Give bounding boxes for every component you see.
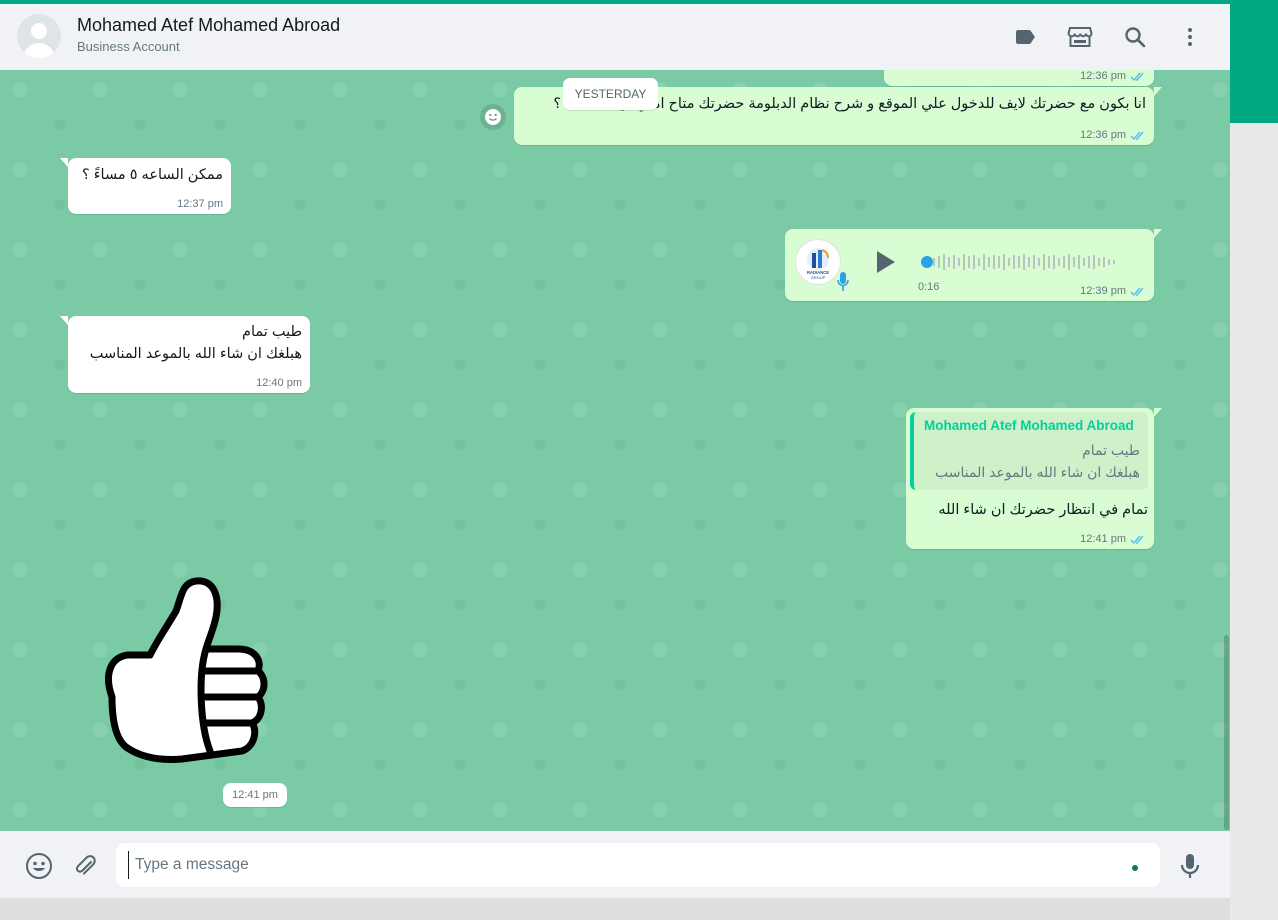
message-meta: 12:37 pm — [177, 198, 223, 210]
message-meta: 12:41 pm — [1080, 533, 1146, 545]
mic-badge-icon — [837, 272, 849, 291]
voice-message-bubble[interactable]: RADIANCE GROUP 0:16 12:39 pm — [785, 229, 1162, 301]
voice-duration: 0:16 — [918, 281, 940, 293]
radiance-group-logo: RADIANCE GROUP — [807, 248, 829, 280]
read-ticks-icon — [1130, 131, 1144, 140]
waveform-thumb — [921, 256, 933, 268]
mic-icon[interactable] — [1175, 851, 1205, 881]
contact-subtitle: Business Account — [77, 39, 180, 54]
message-bubble-incoming[interactable]: ممكن الساعه ٥ مساءً ؟ 12:37 pm — [60, 158, 231, 214]
read-ticks-icon — [1130, 287, 1144, 296]
message-time: 12:36 pm — [1080, 129, 1126, 141]
message-text: ممكن الساعه ٥ مساءً ؟ — [82, 167, 223, 183]
input-status-dot — [1132, 865, 1138, 871]
compose-bar — [0, 831, 1230, 898]
quoted-line: طيب تمام — [1082, 442, 1140, 458]
side-accent-panel — [1230, 0, 1278, 123]
message-time: 12:41 pm — [1080, 533, 1126, 545]
chat-scrollbar[interactable] — [1224, 635, 1229, 830]
message-bubble-incoming[interactable]: طيب تمام هبلغك ان شاء الله بالموعد المنا… — [60, 316, 310, 393]
date-separator: YESTERDAY — [563, 78, 658, 110]
message-line: طيب تمام — [242, 324, 302, 340]
message-bubble-outgoing[interactable]: 12:36 pm — [884, 70, 1154, 86]
quoted-message[interactable]: Mohamed Atef Mohamed Abroad طيب تمام هبل… — [910, 412, 1148, 490]
avatar-body — [23, 43, 55, 58]
search-icon[interactable] — [1120, 22, 1150, 52]
bubble-tail — [60, 316, 68, 325]
bubble-tail — [1154, 408, 1162, 417]
message-time: 12:37 pm — [177, 198, 223, 210]
sender-avatar: RADIANCE GROUP — [795, 239, 841, 285]
message-line: هبلغك ان شاء الله بالموعد المناسب — [89, 346, 302, 362]
bubble-tail — [60, 158, 68, 167]
label-icon[interactable] — [1010, 22, 1040, 52]
quoted-line: هبلغك ان شاء الله بالموعد المناسب — [935, 464, 1140, 480]
message-meta: 12:36 pm — [1080, 129, 1146, 141]
play-icon[interactable] — [873, 249, 897, 275]
side-grey-panel — [1230, 123, 1278, 920]
message-time: 12:36 pm — [1080, 70, 1126, 82]
svg-text:GROUP: GROUP — [811, 275, 826, 280]
message-meta: 12:40 pm — [256, 377, 302, 389]
message-text: تمام في انتظار حضرتك ان شاء الله — [938, 502, 1148, 518]
bubble-tail — [1154, 229, 1162, 238]
read-ticks-icon — [1130, 72, 1144, 81]
catalog-store-icon[interactable] — [1065, 22, 1095, 52]
message-time: 12:39 pm — [1080, 285, 1126, 297]
react-emoji-button[interactable] — [480, 104, 506, 130]
chat-header[interactable]: Mohamed Atef Mohamed Abroad Business Acc… — [0, 4, 1230, 71]
contact-avatar[interactable] — [17, 14, 61, 58]
message-meta: 12:36 pm — [1080, 70, 1146, 82]
avatar-head — [31, 23, 47, 39]
message-list[interactable]: 12:36 pm انا بكون مع حضرتك لايف للدخول ع… — [0, 70, 1230, 831]
menu-dots-icon[interactable] — [1175, 22, 1205, 52]
message-input[interactable] — [128, 851, 1125, 879]
message-input-container[interactable] — [116, 843, 1160, 887]
message-meta: 12:39 pm — [1080, 285, 1146, 297]
bubble-tail — [1154, 87, 1162, 96]
attach-icon[interactable] — [70, 851, 100, 881]
sticker-time: 12:41 pm — [223, 783, 287, 807]
voice-waveform[interactable] — [921, 249, 1133, 275]
chat-window: Mohamed Atef Mohamed Abroad Business Acc… — [0, 4, 1230, 898]
read-ticks-icon — [1130, 535, 1144, 544]
thumbs-up-sticker[interactable] — [98, 575, 268, 775]
reply-message-bubble[interactable]: Mohamed Atef Mohamed Abroad طيب تمام هبل… — [906, 408, 1162, 549]
message-time: 12:40 pm — [256, 377, 302, 389]
smiley-icon — [485, 109, 501, 125]
quoted-author: Mohamed Atef Mohamed Abroad — [924, 418, 1134, 433]
contact-name[interactable]: Mohamed Atef Mohamed Abroad — [77, 15, 340, 36]
emoji-icon[interactable] — [24, 851, 54, 881]
